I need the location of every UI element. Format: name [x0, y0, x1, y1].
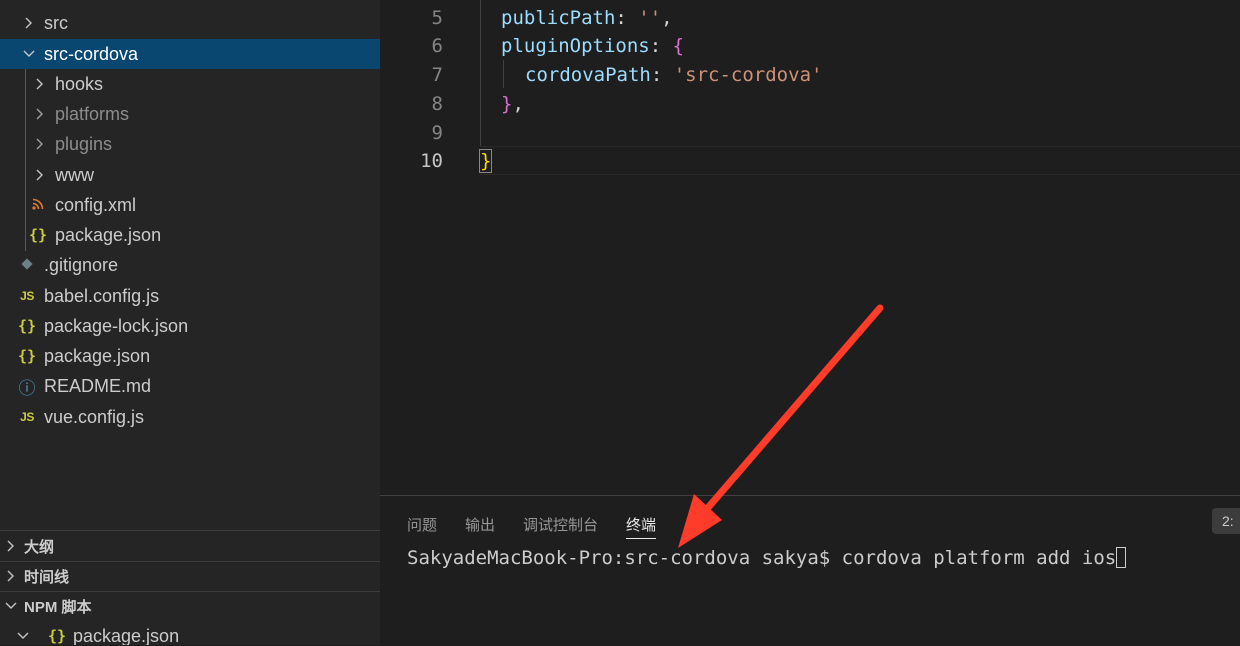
- bottom-panel: 问题 输出 调试控制台 终端 2: SakyadeMacBook-Pro:src…: [380, 495, 1240, 646]
- code-token: }: [478, 148, 493, 173]
- line-number: 6: [431, 34, 443, 57]
- tree-file-babel-config[interactable]: JS babel.config.js: [0, 281, 380, 311]
- tree-file-readme[interactable]: ⓘ README.md: [0, 371, 380, 401]
- tree-folder-src[interactable]: src: [0, 8, 380, 38]
- code-token: pluginOptions: [501, 34, 650, 57]
- tab-terminal[interactable]: 终端: [626, 514, 656, 535]
- section-timeline[interactable]: 时间线: [0, 561, 380, 591]
- code-token: ,: [661, 6, 673, 29]
- tree-file-package-json[interactable]: {} package.json: [0, 220, 380, 250]
- code-token: publicPath: [501, 6, 616, 29]
- code-token: }: [501, 92, 513, 115]
- javascript-icon: JS: [20, 289, 34, 303]
- line-number: 9: [431, 121, 443, 144]
- chevron-right-icon: [33, 107, 47, 121]
- active-tab-indicator: [626, 538, 656, 539]
- json-icon: {}: [17, 347, 37, 365]
- chevron-down-icon: [4, 599, 18, 613]
- json-icon: {}: [17, 317, 37, 335]
- chevron-right-icon: [33, 168, 47, 182]
- code-token: '': [638, 6, 662, 29]
- section-title: 时间线: [24, 568, 70, 586]
- tree-file-vue-config[interactable]: JS vue.config.js: [0, 402, 380, 432]
- code-line: 8 },: [380, 89, 1240, 118]
- tree-item-label: www: [55, 164, 94, 185]
- terminal-selector[interactable]: 2:: [1212, 508, 1240, 534]
- tree-file-config-xml[interactable]: config.xml: [0, 190, 380, 220]
- terminal-output[interactable]: SakyadeMacBook-Pro:src-cordova sakya$ co…: [407, 547, 1127, 569]
- tree-folder-hooks[interactable]: hooks: [0, 69, 380, 99]
- tree-file-package-json-root[interactable]: {} package.json: [0, 341, 380, 371]
- tree-item-label: config.xml: [55, 194, 137, 215]
- line-number: 8: [431, 92, 443, 115]
- tree-folder-src-cordova[interactable]: src-cordova: [0, 39, 380, 69]
- line-number: 5: [431, 6, 443, 29]
- tree-file-gitignore[interactable]: .gitignore: [0, 250, 380, 280]
- tree-item-label: hooks: [55, 73, 104, 94]
- tree-folder-www[interactable]: www: [0, 160, 380, 190]
- line-number: 7: [431, 63, 443, 86]
- code-line: 6 pluginOptions: {: [380, 31, 1240, 60]
- tree-item-label: plugins: [55, 133, 113, 154]
- code-token: :: [649, 34, 673, 57]
- code-token: cordovaPath: [525, 63, 651, 86]
- line-number: 10: [420, 149, 443, 172]
- json-icon: {}: [47, 627, 67, 645]
- chevron-right-icon: [33, 137, 47, 151]
- terminal-line: SakyadeMacBook-Pro:src-cordova sakya$ co…: [407, 547, 1117, 569]
- tree-file-package-lock[interactable]: {} package-lock.json: [0, 311, 380, 341]
- code-token: :: [650, 63, 674, 86]
- section-outline[interactable]: 大纲: [0, 531, 380, 561]
- section-title: 大纲: [24, 538, 55, 556]
- terminal-cursor: [1116, 547, 1127, 568]
- chevron-right-icon: [33, 77, 47, 91]
- tree-folder-platforms[interactable]: platforms: [0, 99, 380, 129]
- chevron-down-icon: [16, 629, 30, 643]
- tab-debug-console[interactable]: 调试控制台: [523, 514, 598, 535]
- tree-item-label: package.json: [55, 224, 162, 245]
- info-icon: ⓘ: [18, 378, 36, 398]
- code-line: 9: [380, 118, 1240, 147]
- tree-item-label: platforms: [55, 103, 130, 124]
- tree-item-label: .gitignore: [44, 254, 119, 275]
- tree-item-label: src: [44, 12, 68, 33]
- tree-item-label: babel.config.js: [44, 285, 160, 306]
- tree-item-label: package.json: [73, 625, 180, 646]
- rss-icon: [27, 197, 49, 213]
- chevron-down-icon: [22, 47, 36, 61]
- tab-output[interactable]: 输出: [465, 514, 495, 535]
- chevron-right-icon: [22, 16, 36, 30]
- tree-folder-plugins[interactable]: plugins: [0, 129, 380, 159]
- npm-package-json[interactable]: {} package.json: [0, 621, 380, 645]
- tree-item-label: src-cordova: [44, 43, 139, 64]
- json-icon: {}: [28, 226, 48, 244]
- tree-item-label: package-lock.json: [44, 315, 189, 336]
- section-npm-scripts[interactable]: NPM 脚本: [0, 591, 380, 621]
- chevron-right-icon: [4, 539, 18, 553]
- code-token: :: [615, 6, 639, 29]
- tree-item-label: README.md: [44, 375, 152, 396]
- javascript-icon: JS: [20, 410, 34, 424]
- code-line: 10 }: [380, 146, 1240, 175]
- code-token: {: [672, 34, 685, 57]
- explorer-sidebar: src src-cordova hooks platforms plugins: [0, 0, 380, 645]
- tree-item-label: vue.config.js: [44, 406, 145, 427]
- tree-item-label: package.json: [44, 345, 151, 366]
- code-token: 'src-cordova': [673, 63, 823, 86]
- section-title: NPM 脚本: [24, 598, 92, 616]
- git-icon: [16, 257, 38, 274]
- code-line: 5 publicPath: '',: [380, 3, 1240, 32]
- tab-problems[interactable]: 问题: [407, 514, 437, 535]
- code-line: 7 cordovaPath: 'src-cordova': [380, 60, 1240, 89]
- code-editor[interactable]: 5 publicPath: '', 6 pluginOptions: { 7 c…: [380, 0, 1240, 495]
- code-token: ,: [512, 92, 524, 115]
- chevron-right-icon: [4, 569, 18, 583]
